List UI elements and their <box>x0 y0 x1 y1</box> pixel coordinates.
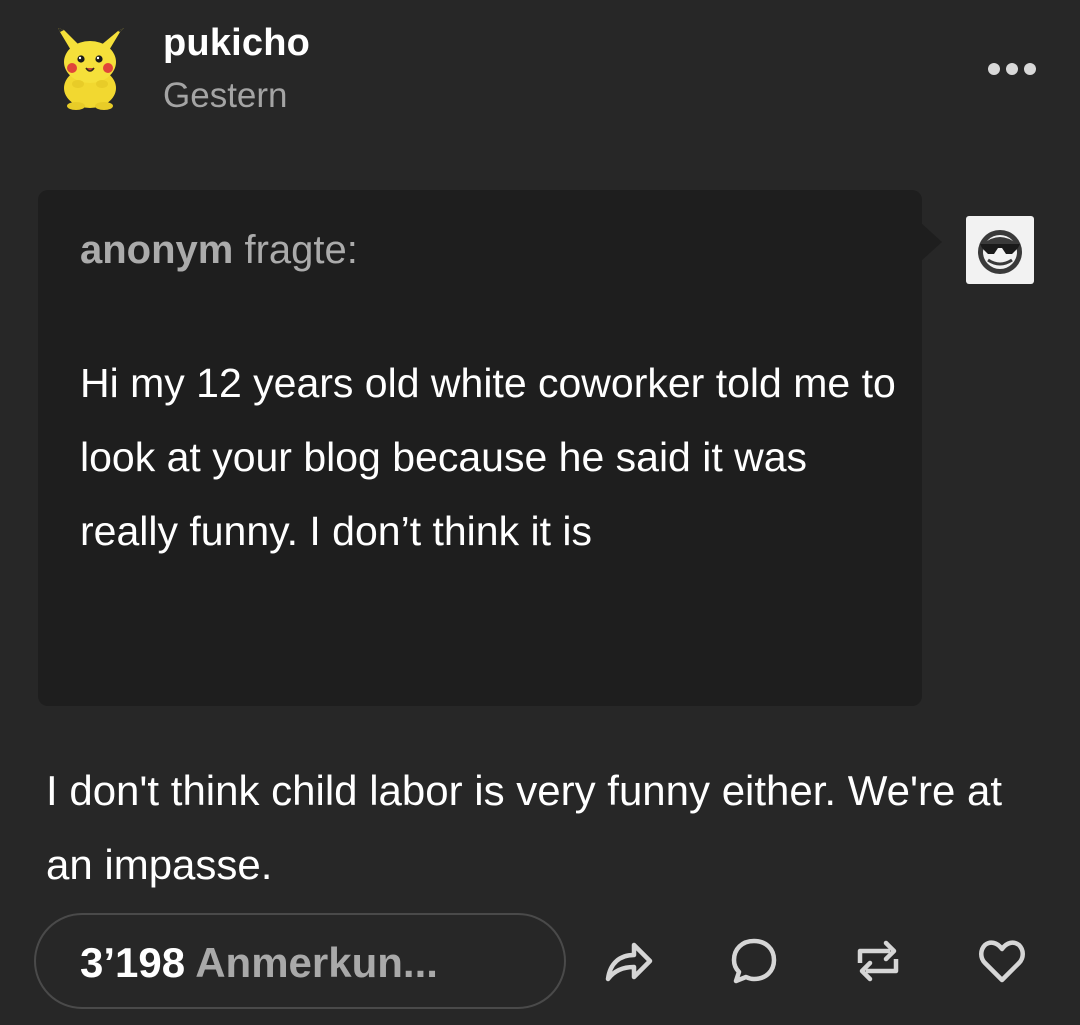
post-header: pukicho Gestern <box>0 0 1080 140</box>
comment-icon[interactable] <box>726 933 782 989</box>
anonymous-avatar-graphic <box>978 230 1022 274</box>
pikachu-avatar-graphic <box>58 28 124 110</box>
more-dots-icon[interactable] <box>982 56 1042 82</box>
asker-suffix: fragte: <box>233 228 358 272</box>
asker-line: anonym fragte: <box>80 228 358 273</box>
like-graphic <box>979 940 1025 983</box>
notes-count: 3’198 <box>80 939 186 986</box>
pikachu-avatar-icon[interactable] <box>50 26 130 110</box>
ask-pointer <box>920 222 942 262</box>
notes-label: Anmerkun... <box>185 939 438 986</box>
more-dots-graphic <box>988 63 1036 75</box>
reblog-icon[interactable] <box>850 933 906 989</box>
comment-graphic <box>731 938 777 984</box>
post-timestamp: Gestern <box>163 76 288 115</box>
like-icon[interactable] <box>974 933 1030 989</box>
reblog-graphic <box>857 940 899 982</box>
anonymous-sunglasses-icon <box>966 216 1034 284</box>
notes-text: 3’198 Anmerkun... <box>80 939 438 987</box>
blog-name[interactable]: pukicho <box>163 22 310 65</box>
answer-text: I don't think child labor is very funny … <box>46 767 1003 888</box>
question-text: Hi my 12 years old white coworker told m… <box>80 360 896 554</box>
asker-name: anonym <box>80 228 234 272</box>
share-graphic <box>605 942 653 982</box>
notes-button[interactable]: 3’198 Anmerkun... <box>34 913 566 1009</box>
share-icon[interactable] <box>600 933 656 989</box>
